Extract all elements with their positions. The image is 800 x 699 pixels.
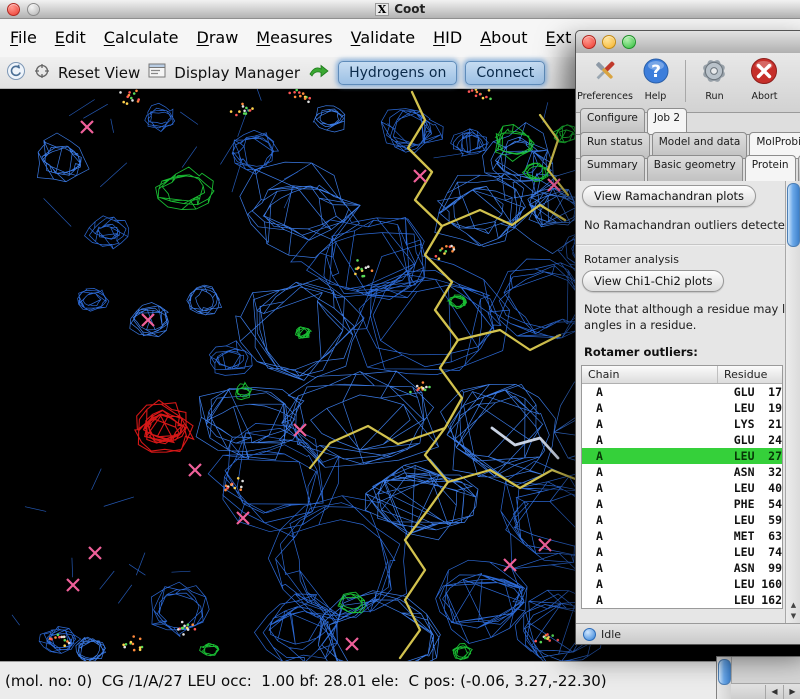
back-icon[interactable] xyxy=(6,61,26,85)
dialog-toolbar: Preferences ? Help Run xyxy=(576,53,800,113)
dialog-scrollbar-track[interactable]: ▲▼ xyxy=(785,181,800,623)
view-ramachandran-plots-button[interactable]: View Ramachandran plots xyxy=(582,185,756,207)
category-tab-protein[interactable]: Protein xyxy=(745,155,796,181)
scrollbar-arrows[interactable]: ▲▼ xyxy=(786,600,800,622)
menu-measures[interactable]: Measures xyxy=(256,28,332,47)
table-header[interactable]: Chain Residue xyxy=(582,366,782,384)
dialog-statusbar: Idle xyxy=(576,623,800,645)
reset-view-icon[interactable] xyxy=(34,63,50,83)
display-manager-icon[interactable] xyxy=(148,63,166,82)
toolbar-separator xyxy=(685,60,686,102)
hydrogens-toggle-button[interactable]: Hydrogens on xyxy=(338,61,457,85)
rotamer-row-asn-32[interactable]: AASN32 xyxy=(582,464,782,480)
status-orb-icon xyxy=(583,628,596,641)
x11-icon: X xyxy=(375,3,390,16)
help-icon: ? xyxy=(641,56,671,90)
preferences-button[interactable]: Preferences xyxy=(580,56,630,102)
residue-column-header[interactable]: Residue xyxy=(718,366,782,383)
category-tab-row: SummaryBasic geometryProteinC xyxy=(576,158,800,182)
dialog-status-text: Idle xyxy=(601,628,621,641)
scroll-right-arrow-icon[interactable]: ▶ xyxy=(783,685,800,699)
dialog-scrollbar-thumb[interactable] xyxy=(787,183,800,247)
menu-about[interactable]: About xyxy=(480,28,527,47)
svg-text:?: ? xyxy=(651,62,661,82)
tab-job-2[interactable]: Job 2 xyxy=(647,108,687,134)
reset-view-button[interactable]: Reset View xyxy=(58,64,140,82)
vertical-scrollbar-thumb[interactable] xyxy=(718,659,731,685)
tools-icon xyxy=(590,56,620,90)
background-window-corner: ◀ ▶ xyxy=(716,656,800,699)
screen: X Coot File Edit Calculate Draw Measures Vali… xyxy=(0,0,800,699)
menu-edit[interactable]: Edit xyxy=(55,28,86,47)
help-button[interactable]: ? Help xyxy=(631,56,680,102)
rotamer-note-line1: Note that although a residue may lie xyxy=(584,302,785,316)
menu-file[interactable]: File xyxy=(10,28,37,47)
horizontal-scrollbar: ◀ ▶ xyxy=(731,683,800,699)
rotamer-row-glu-24[interactable]: AGLU24 xyxy=(582,432,782,448)
rotamer-outliers-label: Rotamer outliers: xyxy=(584,345,785,359)
menu-ext[interactable]: Ext xyxy=(546,28,572,47)
table-body: AGLU17ALEU19ALYS21AGLU24ALEU27AASN32ALEU… xyxy=(582,384,782,608)
window-title-text: Coot xyxy=(394,2,425,16)
menu-calculate[interactable]: Calculate xyxy=(104,28,179,47)
window-title: X Coot xyxy=(0,2,800,16)
rotamer-row-leu-160[interactable]: ALEU160 xyxy=(582,576,782,592)
dialog-close-button[interactable] xyxy=(582,35,596,49)
abort-icon xyxy=(749,56,779,90)
vertical-scrollbar-track[interactable] xyxy=(717,657,732,699)
main-titlebar: X Coot xyxy=(0,0,800,19)
abort-button[interactable]: Abort xyxy=(740,56,789,102)
chain-column-header[interactable]: Chain xyxy=(582,366,718,383)
menu-draw[interactable]: Draw xyxy=(197,28,239,47)
rotamer-row-lys-21[interactable]: ALYS21 xyxy=(582,416,782,432)
main-statusbar: (mol. no: 0) CG /1/A/27 LEU occ: 1.00 bf… xyxy=(0,661,800,699)
ramachandran-result-text: No Ramachandran outliers detecte xyxy=(584,218,785,232)
category-tab-summary[interactable]: Summary xyxy=(580,155,645,181)
category-tab-basic-geometry[interactable]: Basic geometry xyxy=(647,155,743,181)
protein-tab-content: View Ramachandran plots No Ramachandran … xyxy=(576,181,785,623)
rotamer-outliers-table: Chain Residue AGLU17ALEU19ALYS21AGLU24AL… xyxy=(581,365,783,609)
partial-toolbar-button[interactable]: A xyxy=(790,56,800,102)
rotamer-row-met-63[interactable]: AMET63 xyxy=(582,528,782,544)
molprobity-dialog: Preferences ? Help Run xyxy=(575,30,800,645)
rotamer-row-phe-54[interactable]: APHE54 xyxy=(582,496,782,512)
connect-button[interactable]: Connect xyxy=(465,61,545,85)
rotamer-row-leu-19[interactable]: ALEU19 xyxy=(582,400,782,416)
gear-icon xyxy=(699,56,729,90)
dialog-zoom-button[interactable] xyxy=(622,35,636,49)
rotamer-row-leu-40[interactable]: ALEU40 xyxy=(582,480,782,496)
rotamer-analysis-label: Rotamer analysis xyxy=(584,253,785,266)
display-manager-button[interactable]: Display Manager xyxy=(174,64,300,82)
run-button[interactable]: Run xyxy=(690,56,739,102)
section-separator xyxy=(576,244,785,246)
scroll-left-arrow-icon[interactable]: ◀ xyxy=(765,685,783,699)
menu-validate[interactable]: Validate xyxy=(351,28,415,47)
rotamer-row-leu-74[interactable]: ALEU74 xyxy=(582,544,782,560)
rotamer-row-asn-99[interactable]: AASN99 xyxy=(582,560,782,576)
rotamer-row-glu-17[interactable]: AGLU17 xyxy=(582,384,782,400)
rotamer-row-leu-27[interactable]: ALEU27 xyxy=(582,448,782,464)
green-arrow-icon[interactable] xyxy=(308,63,330,83)
rotamer-row-leu-59[interactable]: ALEU59 xyxy=(582,512,782,528)
rotamer-note-line2: angles in a residue. xyxy=(584,318,785,332)
dialog-minimize-button[interactable] xyxy=(602,35,616,49)
dialog-titlebar[interactable] xyxy=(576,31,800,54)
atom-status-text: (mol. no: 0) CG /1/A/27 LEU occ: 1.00 bf… xyxy=(5,672,607,690)
tab-configure[interactable]: Configure xyxy=(580,108,645,134)
rotamer-row-leu-162[interactable]: ALEU162 xyxy=(582,592,782,608)
view-chi1-chi2-plots-button[interactable]: View Chi1-Chi2 plots xyxy=(582,270,724,292)
menu-hid[interactable]: HID xyxy=(433,28,462,47)
